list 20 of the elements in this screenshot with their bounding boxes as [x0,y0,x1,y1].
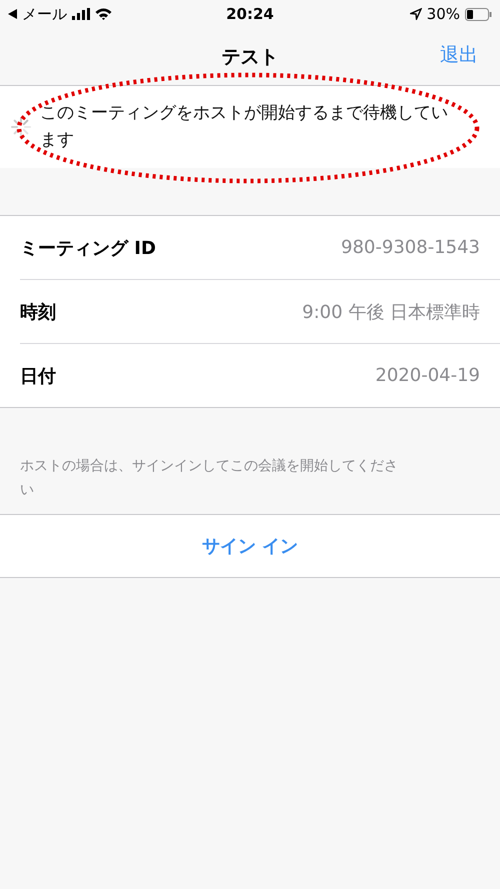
detail-value: 9:00 午後 日本標準時 [302,300,480,324]
waiting-message: このミーティングをホストが開始するまで待機しています [40,102,449,152]
detail-label: ミーティング ID [20,236,156,260]
detail-label: 時刻 [20,300,56,324]
detail-value: 2020-04-19 [375,365,480,386]
clock-time: 20:24 [226,5,274,23]
exit-button[interactable]: 退出 [440,42,478,68]
back-app-label[interactable]: メール [22,4,67,24]
location-icon [410,8,422,20]
sign-in-button[interactable]: サイン イン [0,514,500,578]
host-note: ホストの場合は、サインインしてこの会議を開始してください [19,457,399,500]
loading-spinner-icon [10,116,32,138]
battery-icon [465,8,492,20]
wifi-icon [95,8,112,20]
battery-percent: 30% [426,5,460,23]
back-icon[interactable] [8,9,17,19]
detail-value: 980-9308-1543 [341,237,480,258]
detail-label: 日付 [20,364,56,388]
screen-title: テスト [222,44,278,70]
signal-icon [72,8,90,20]
